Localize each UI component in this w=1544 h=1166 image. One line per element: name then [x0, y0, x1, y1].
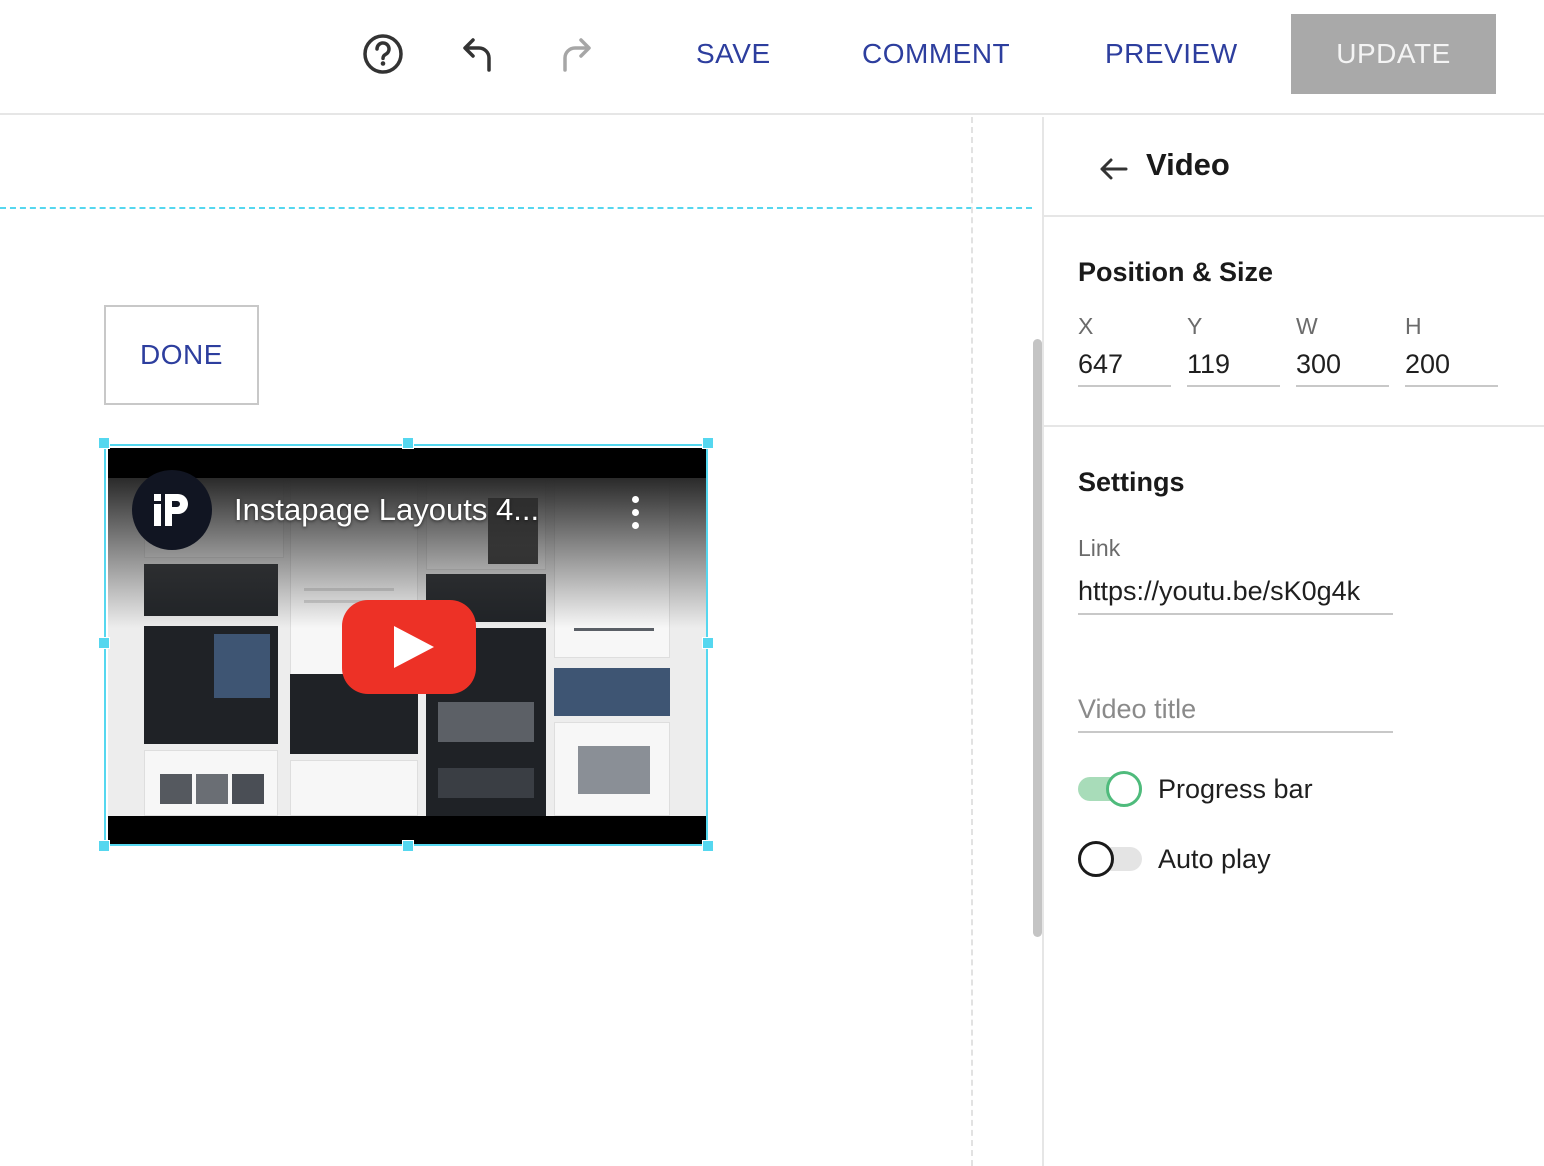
auto-play-toggle[interactable] — [1078, 841, 1142, 877]
update-button[interactable]: UPDATE — [1291, 14, 1496, 94]
horizontal-guide-line — [0, 207, 1032, 209]
w-label: W — [1296, 313, 1318, 339]
x-label: X — [1078, 313, 1094, 339]
y-input[interactable] — [1187, 343, 1280, 387]
video-embed[interactable]: Instapage Layouts 4... — [108, 448, 706, 844]
x-input[interactable] — [1078, 343, 1171, 387]
w-input[interactable] — [1296, 343, 1389, 387]
resize-handle-bottom[interactable] — [402, 840, 414, 852]
link-input[interactable] — [1078, 569, 1393, 615]
auto-play-row: Auto play — [1078, 839, 1271, 879]
canvas-scrollbar[interactable] — [1033, 339, 1042, 937]
resize-handle-top-right[interactable] — [702, 437, 714, 449]
youtube-play-icon[interactable] — [342, 600, 476, 694]
video-title-text[interactable]: Instapage Layouts 4... — [234, 492, 539, 528]
video-element-selection[interactable]: Instapage Layouts 4... — [104, 444, 708, 846]
save-button[interactable]: SAVE — [696, 34, 771, 74]
done-button[interactable]: DONE — [104, 305, 259, 405]
help-circle-icon[interactable] — [359, 30, 407, 78]
arrow-left-icon[interactable] — [1094, 149, 1134, 189]
y-field: Y — [1187, 309, 1280, 387]
position-size-section: Position & Size X Y W H — [1044, 219, 1544, 427]
undo-icon[interactable] — [455, 30, 503, 78]
w-field: W — [1296, 309, 1389, 387]
top-toolbar: SAVE COMMENT PREVIEW UPDATE — [0, 0, 1544, 115]
resize-handle-right[interactable] — [702, 637, 714, 649]
panel-header: Video — [1044, 117, 1544, 217]
progress-bar-label: Progress bar — [1158, 773, 1313, 804]
position-size-title: Position & Size — [1078, 257, 1274, 287]
resize-handle-bottom-left[interactable] — [98, 840, 110, 852]
settings-section: Settings Link Progress bar Auto play — [1044, 429, 1544, 1029]
link-label: Link — [1078, 535, 1121, 561]
progress-bar-toggle[interactable] — [1078, 771, 1142, 807]
resize-handle-top-left[interactable] — [98, 437, 110, 449]
h-input[interactable] — [1405, 343, 1498, 387]
properties-panel: Video Position & Size X Y W H Settings L… — [1042, 117, 1544, 1166]
vertical-guide-line — [971, 117, 973, 1166]
resize-handle-top[interactable] — [402, 437, 414, 449]
x-field: X — [1078, 309, 1171, 387]
video-title-input[interactable] — [1078, 687, 1393, 733]
h-field: H — [1405, 309, 1498, 387]
h-label: H — [1405, 313, 1422, 339]
more-vertical-icon[interactable] — [630, 496, 640, 530]
editor-canvas[interactable]: DONE Instapage Layouts 4... — [0, 117, 1042, 1166]
y-label: Y — [1187, 313, 1203, 339]
instapage-logo-icon[interactable] — [132, 470, 212, 550]
panel-title: Video — [1146, 147, 1230, 182]
settings-title: Settings — [1078, 467, 1185, 497]
resize-handle-left[interactable] — [98, 637, 110, 649]
comment-button[interactable]: COMMENT — [862, 34, 1010, 74]
preview-button[interactable]: PREVIEW — [1105, 34, 1238, 74]
redo-icon[interactable] — [551, 30, 599, 78]
resize-handle-bottom-right[interactable] — [702, 840, 714, 852]
progress-bar-row: Progress bar — [1078, 769, 1313, 809]
auto-play-label: Auto play — [1158, 843, 1271, 874]
